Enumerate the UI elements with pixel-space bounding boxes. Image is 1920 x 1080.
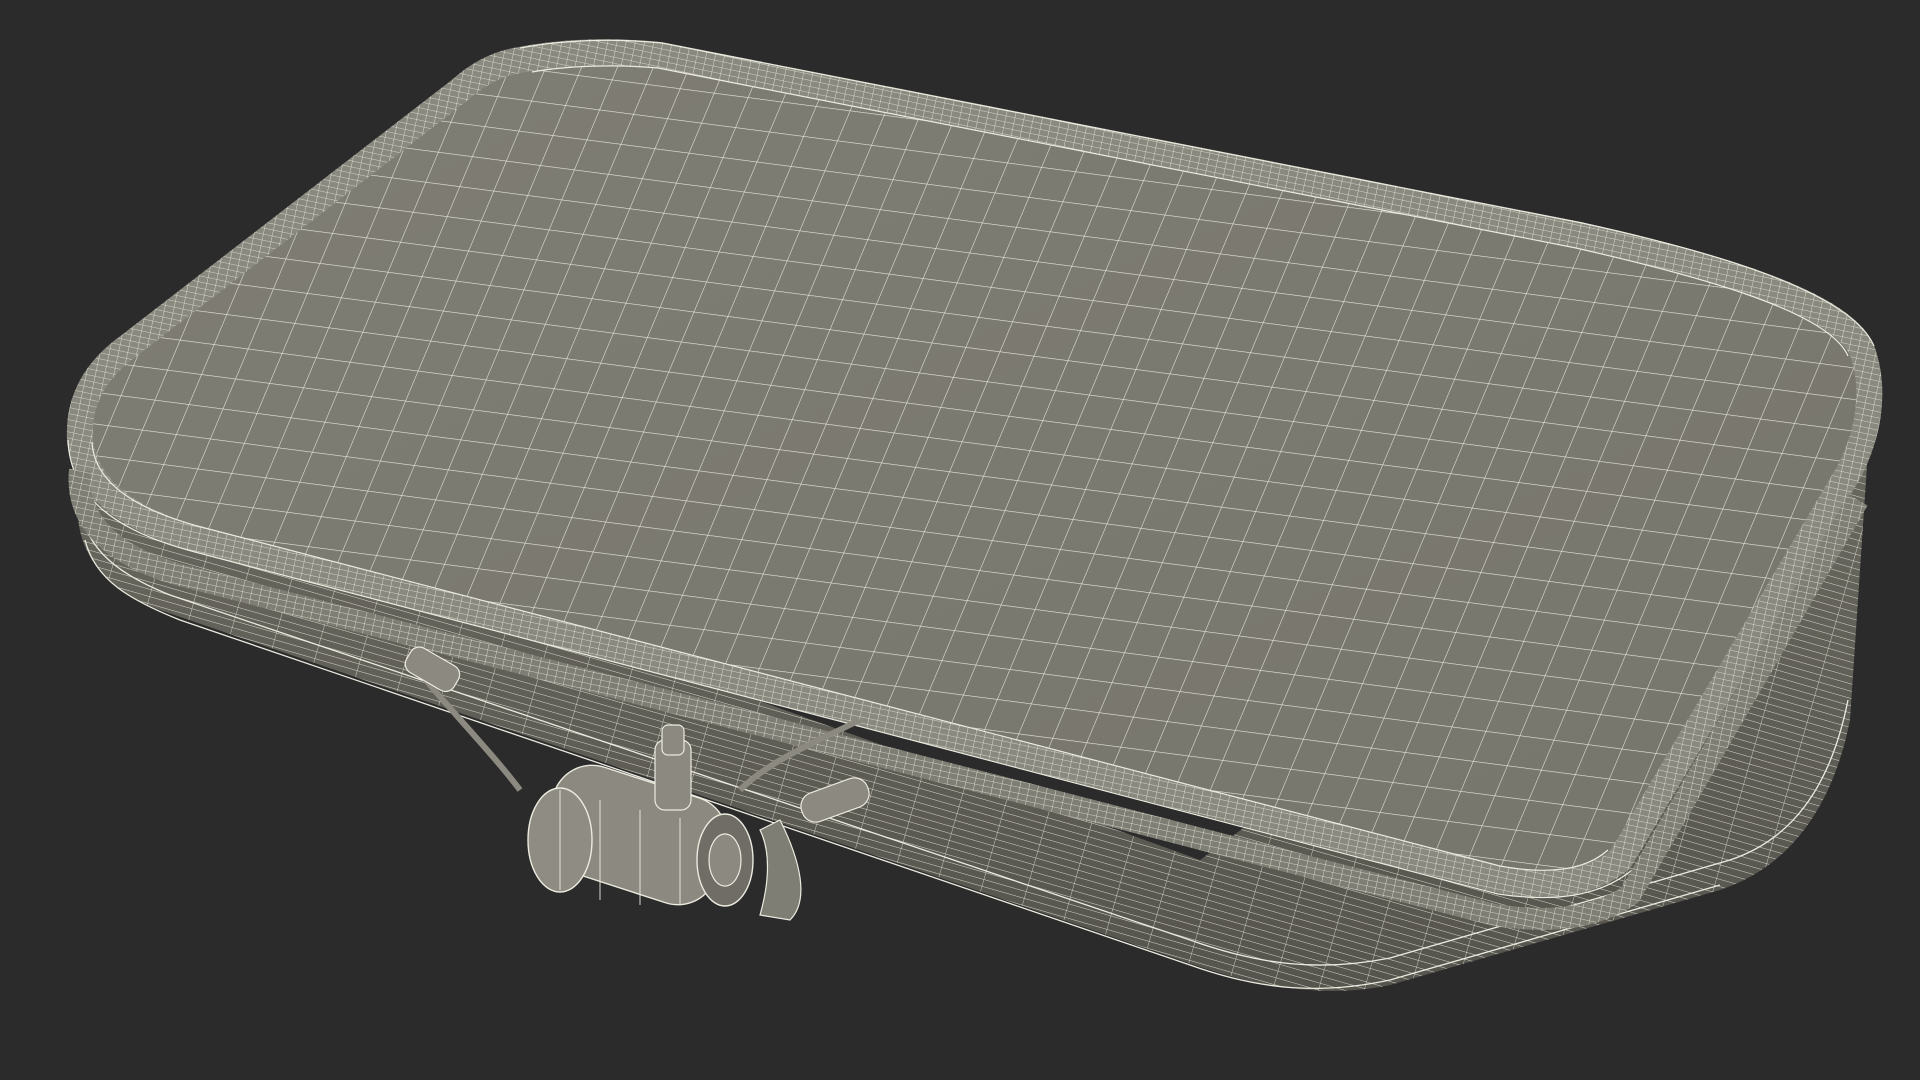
viewport	[0, 0, 1920, 1080]
tube-end	[759, 819, 802, 921]
wireframe-render	[66, 39, 1883, 991]
